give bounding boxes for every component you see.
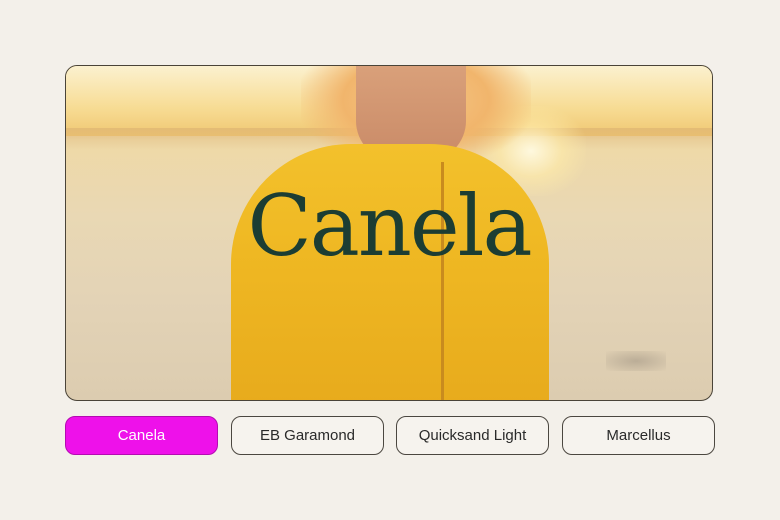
- font-option-list: Canela EB Garamond Quicksand Light Marce…: [65, 416, 715, 455]
- font-preview-text: Canela: [247, 177, 532, 275]
- hero-image-preview: Canela: [65, 65, 713, 401]
- font-option-canela[interactable]: Canela: [65, 416, 218, 455]
- font-option-marcellus[interactable]: Marcellus: [562, 416, 715, 455]
- font-option-quicksand-light[interactable]: Quicksand Light: [396, 416, 549, 455]
- font-option-eb-garamond[interactable]: EB Garamond: [231, 416, 384, 455]
- ground-shadow: [606, 351, 666, 371]
